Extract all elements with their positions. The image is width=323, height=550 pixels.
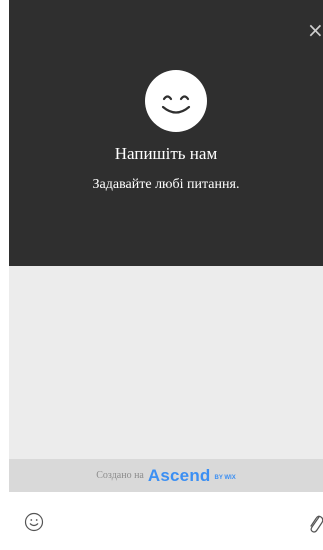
branding-bar[interactable]: Создано на Ascend BY WIX: [9, 459, 323, 492]
messages-area: [9, 266, 323, 459]
branding-suffix: BY WIX: [214, 474, 236, 481]
chat-widget: × Напишіть нам Задавайте любі питання. С…: [0, 0, 323, 550]
chat-header: × Напишіть нам Задавайте любі питання.: [9, 0, 323, 266]
close-button[interactable]: ×: [307, 18, 323, 42]
emoji-icon[interactable]: [24, 512, 44, 532]
ascend-logo: Ascend: [147, 465, 211, 485]
close-icon: ×: [307, 18, 323, 42]
branding-prefix: Создано на: [96, 470, 144, 481]
message-composer: [9, 492, 323, 550]
paperclip-icon[interactable]: [307, 510, 323, 534]
header-subtitle: Задавайте любі питання.: [92, 177, 240, 192]
header-title: Напишіть нам: [114, 144, 218, 163]
smiley-face-icon: [145, 70, 207, 132]
